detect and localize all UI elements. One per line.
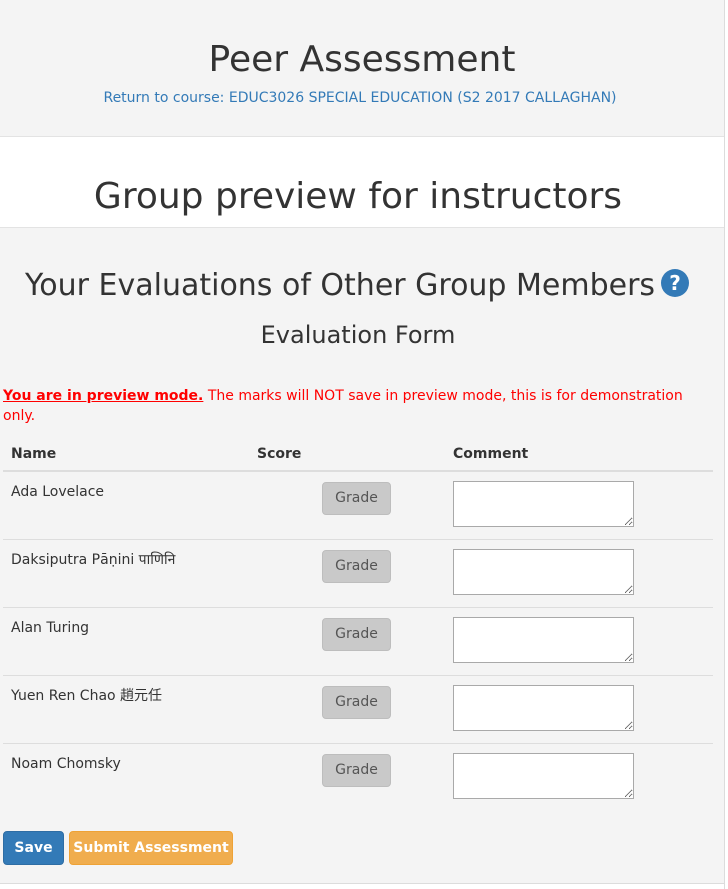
- table-row: Alan Turing Grade: [3, 608, 713, 676]
- column-header-score: Score: [257, 446, 302, 462]
- grade-button[interactable]: Grade: [322, 482, 391, 515]
- evaluation-heading: Your Evaluations of Other Group Members?: [0, 266, 714, 306]
- preview-mode-label: You are in preview mode.: [3, 388, 204, 404]
- grade-button[interactable]: Grade: [322, 754, 391, 787]
- column-header-name: Name: [11, 446, 57, 462]
- page-frame: Peer Assessment Return to course: EDUC30…: [0, 0, 725, 889]
- save-button[interactable]: Save: [3, 831, 64, 865]
- submit-assessment-button[interactable]: Submit Assessment: [69, 831, 233, 865]
- page-header: Peer Assessment Return to course: EDUC30…: [0, 0, 724, 137]
- column-header-comment: Comment: [453, 446, 529, 462]
- member-name: Daksiputra Pāṇini पाणिनि: [11, 552, 176, 568]
- evaluation-heading-text: Your Evaluations of Other Group Members: [24, 268, 656, 303]
- table-row: Yuen Ren Chao 趙元任 Grade: [3, 676, 713, 744]
- table-row: Ada Lovelace Grade: [3, 472, 713, 540]
- instructor-banner: Group preview for instructors: [0, 137, 724, 228]
- evaluation-form-title: Evaluation Form: [260, 321, 456, 349]
- page-title: Peer Assessment: [208, 39, 516, 80]
- comment-textarea[interactable]: [453, 481, 634, 527]
- member-name: Noam Chomsky: [11, 756, 121, 772]
- grade-button[interactable]: Grade: [322, 686, 391, 719]
- member-name: Yuen Ren Chao 趙元任: [11, 688, 163, 704]
- comment-textarea[interactable]: [453, 753, 634, 799]
- table-header: Name Score Comment: [3, 440, 713, 472]
- table-row: Daksiputra Pāṇini पाणिनि Grade: [3, 540, 713, 608]
- question-circle-icon[interactable]: ?: [661, 269, 690, 297]
- comment-textarea[interactable]: [453, 617, 634, 663]
- table-row: Noam Chomsky Grade: [3, 744, 713, 811]
- comment-textarea[interactable]: [453, 549, 634, 595]
- group-preview-title: Group preview for instructors: [93, 176, 623, 217]
- member-name: Alan Turing: [11, 620, 90, 636]
- comment-textarea[interactable]: [453, 685, 634, 731]
- return-to-course-link[interactable]: Return to course: EDUC3026 SPECIAL EDUCA…: [0, 89, 720, 107]
- member-name: Ada Lovelace: [11, 484, 105, 500]
- evaluation-section: Your Evaluations of Other Group Members?…: [0, 228, 724, 884]
- grade-button[interactable]: Grade: [322, 550, 391, 583]
- preview-mode-warning: You are in preview mode. The marks will …: [3, 386, 703, 426]
- grade-button[interactable]: Grade: [322, 618, 391, 651]
